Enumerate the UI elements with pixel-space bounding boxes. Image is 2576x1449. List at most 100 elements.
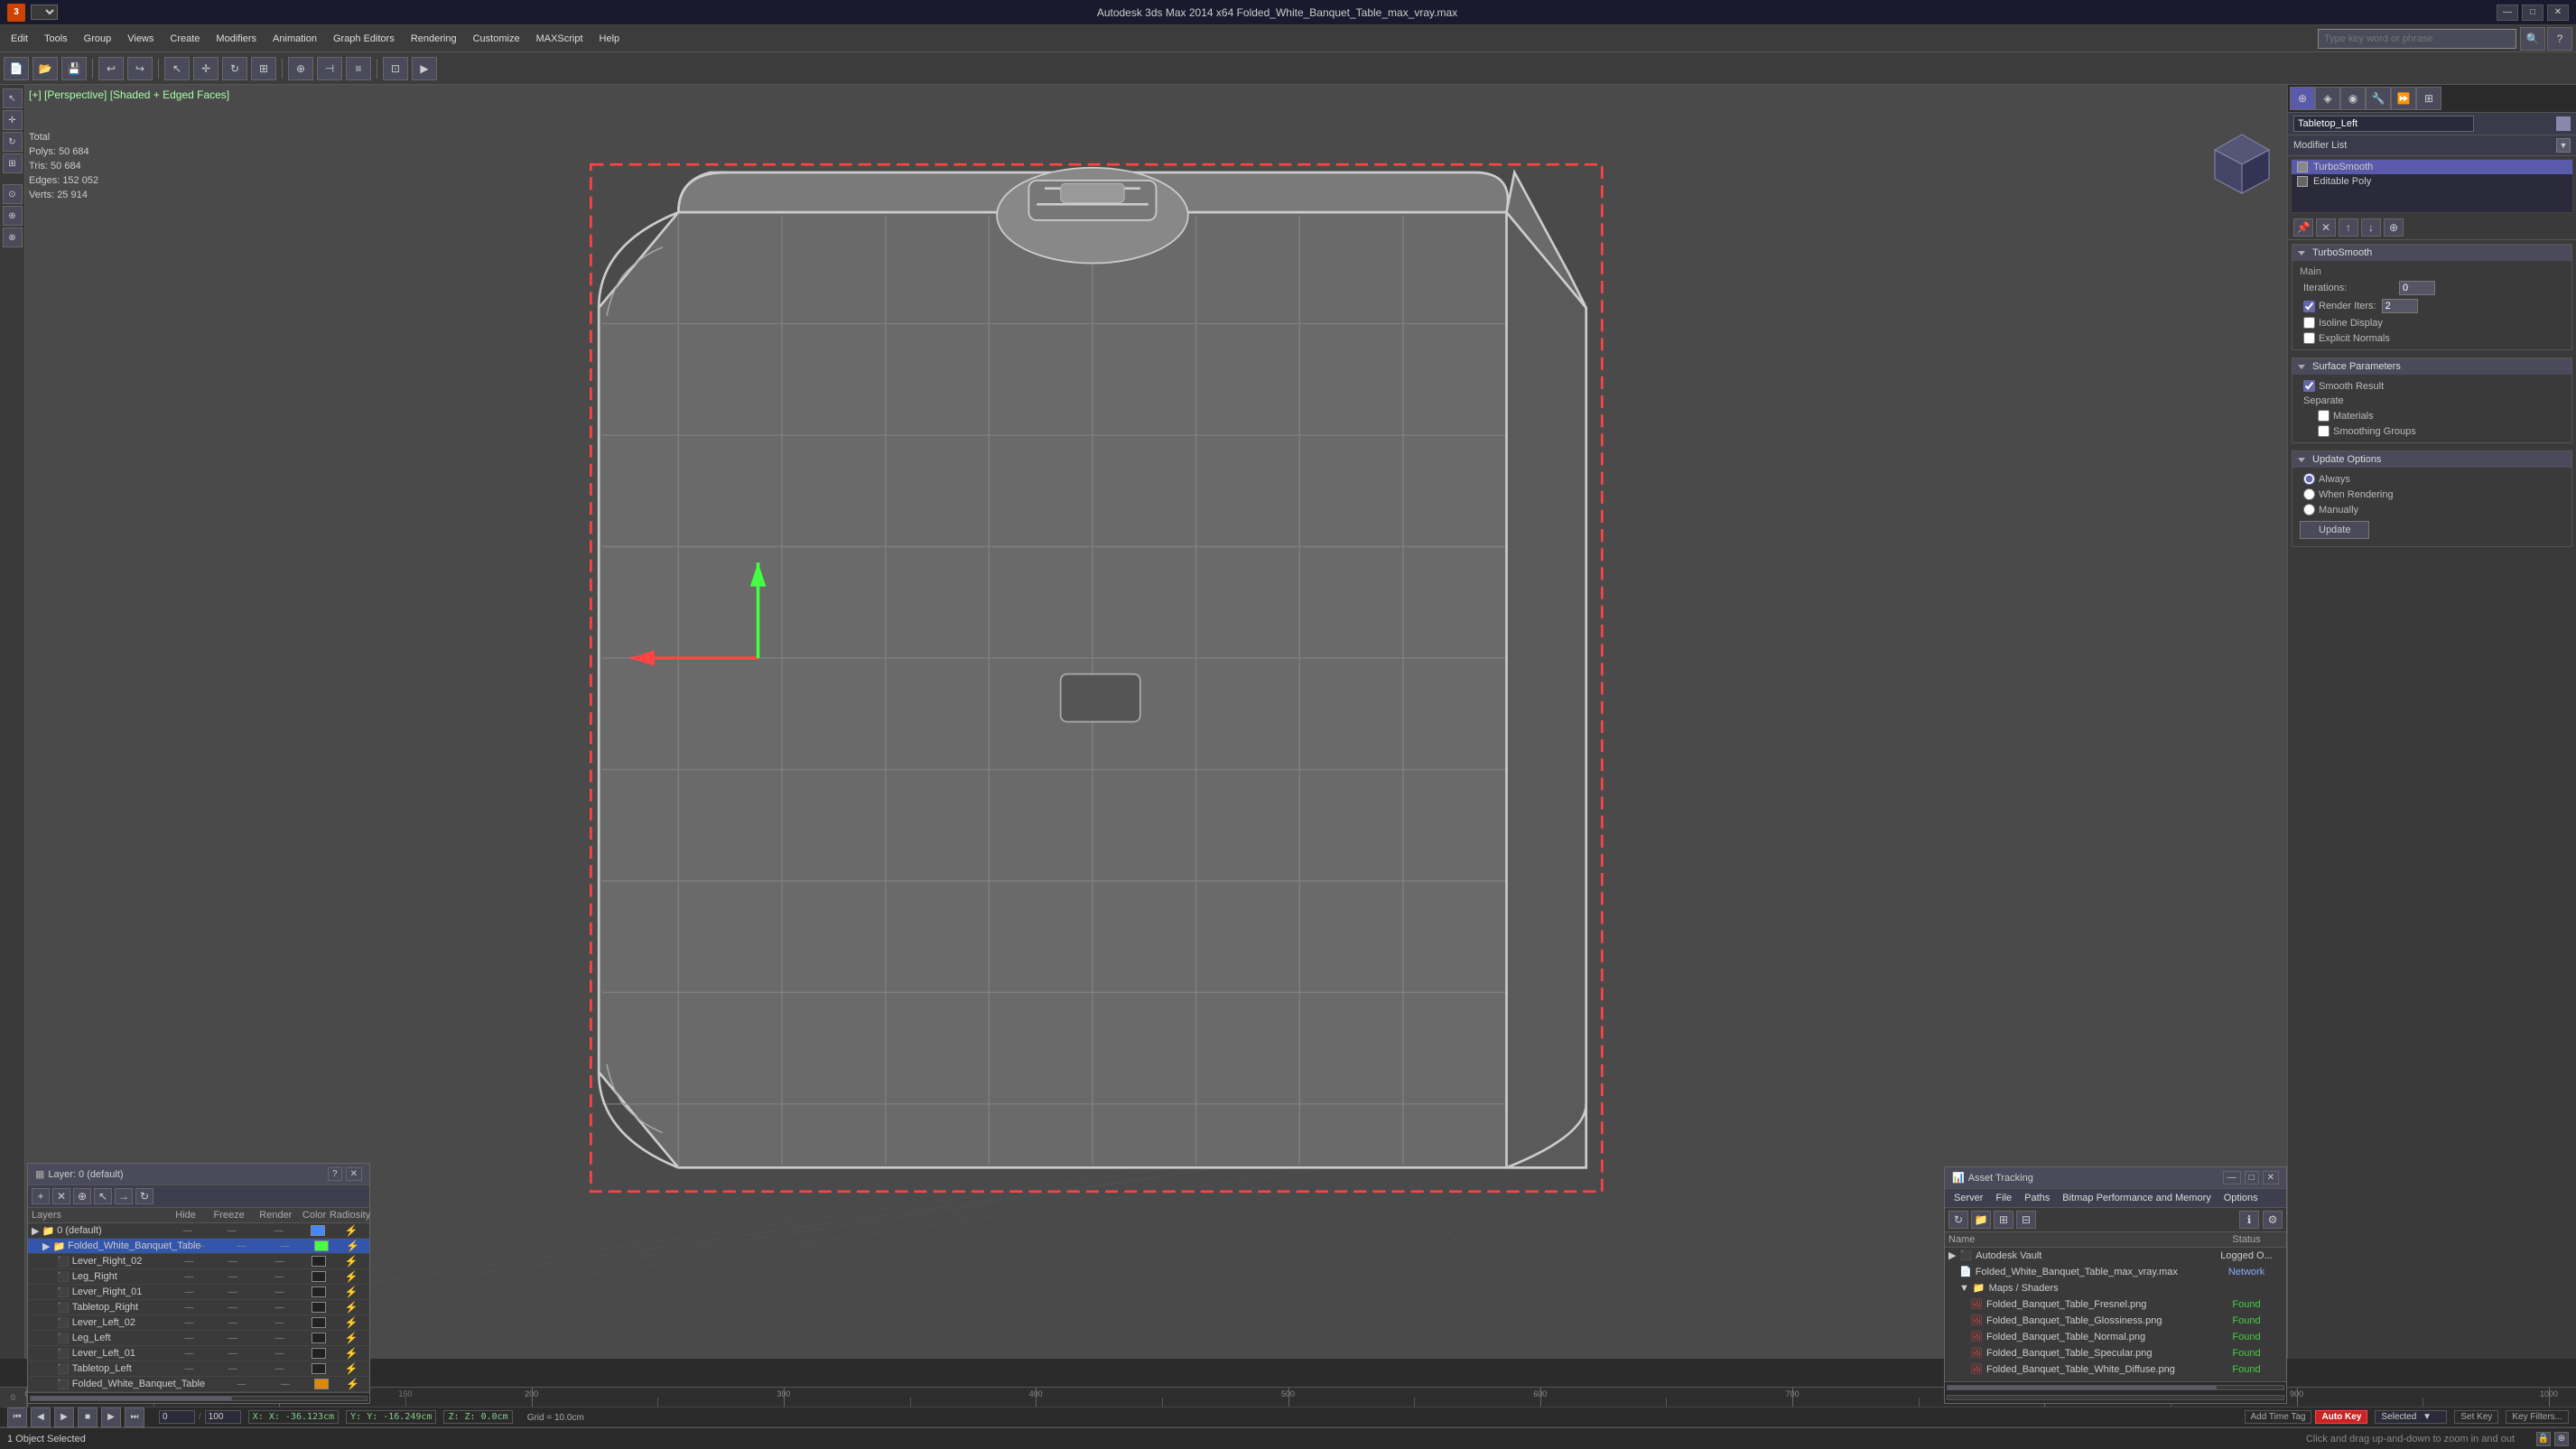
save-button[interactable]: 💾	[61, 57, 87, 80]
add-time-tag-button[interactable]: Add Time Tag	[2245, 1410, 2312, 1424]
search-button[interactable]: 🔍	[2520, 27, 2545, 51]
asset-row-max-file[interactable]: 📄 Folded_White_Banquet_Table_max_vray.ma…	[1945, 1264, 2286, 1280]
align-button[interactable]: ≡	[346, 57, 371, 80]
left-tool-3[interactable]: ↻	[3, 132, 23, 152]
layer-render-legright[interactable]: —	[256, 1272, 303, 1282]
asset-refresh-button[interactable]: ↻	[1948, 1211, 1968, 1229]
menu-create[interactable]: Create	[163, 31, 207, 47]
mod-copy-button[interactable]: ⊕	[2384, 218, 2404, 237]
workspace-select[interactable]: Workspace: Default	[31, 5, 58, 20]
layer-freeze-ll01[interactable]: —	[209, 1349, 256, 1359]
isoline-checkbox[interactable]	[2303, 317, 2315, 329]
prev-frame-button[interactable]: ◀	[31, 1407, 51, 1427]
layer-freeze-tr[interactable]: —	[209, 1303, 256, 1313]
scale-button[interactable]: ⊞	[251, 57, 276, 80]
layer-freeze-folded[interactable]: —	[219, 1241, 264, 1251]
panel-tab-utilities[interactable]: 🔧	[2366, 87, 2391, 110]
explicit-normals-checkbox[interactable]	[2303, 332, 2315, 344]
panel-tab-motion[interactable]: ⏩	[2391, 87, 2416, 110]
move-button[interactable]: ✛	[193, 57, 219, 80]
open-button[interactable]: 📂	[33, 57, 58, 80]
layer-row-tabletop-right[interactable]: ⬛ Tabletop_Right — — — ⚡	[28, 1300, 369, 1315]
layer-close-button[interactable]: ✕	[346, 1167, 362, 1181]
asset-scroll-track-h[interactable]	[1947, 1385, 2284, 1390]
layer-scrollbar[interactable]	[28, 1392, 369, 1403]
always-radio[interactable]	[2303, 473, 2315, 485]
left-tool-5[interactable]: ⊙	[3, 184, 23, 204]
asset-settings-button[interactable]: ⚙	[2263, 1211, 2283, 1229]
layer-render-tr[interactable]: —	[256, 1303, 303, 1313]
autokey-button[interactable]: Auto Key	[2315, 1410, 2367, 1424]
modifier-turbosmooth[interactable]: TurboSmooth	[2292, 160, 2572, 174]
left-tool-1[interactable]: ↖	[3, 88, 23, 108]
left-tool-6[interactable]: ⊕	[3, 206, 23, 226]
layer-render-folded[interactable]: —	[264, 1241, 308, 1251]
left-tool-7[interactable]: ⊗	[3, 228, 23, 247]
render-iters-checkbox[interactable]	[2303, 301, 2315, 312]
layer-hide-ft[interactable]: —	[181, 1379, 219, 1389]
workspace-dropdown[interactable]: Workspace: Default	[31, 5, 58, 20]
layer-new-button[interactable]: +	[32, 1188, 50, 1204]
layer-row-lever-left-02[interactable]: ⬛ Lever_Left_02 — — — ⚡	[28, 1315, 369, 1331]
asset-folder-button[interactable]: 📁	[1971, 1211, 1991, 1229]
undo-button[interactable]: ↩	[98, 57, 124, 80]
surface-params-header[interactable]: Surface Parameters	[2292, 358, 2571, 375]
left-tool-2[interactable]: ✛	[3, 110, 23, 130]
layer-hide-ll01[interactable]: —	[169, 1349, 209, 1359]
layer-row-leg-right[interactable]: ⬛ Leg_Right — — — ⚡	[28, 1269, 369, 1285]
turbosmooth-header[interactable]: TurboSmooth	[2292, 245, 2571, 261]
render-setup-button[interactable]: ⊡	[383, 57, 408, 80]
asset-menu-file[interactable]: File	[1990, 1191, 2017, 1205]
panel-tab-display[interactable]: ◉	[2340, 87, 2366, 110]
layer-scroll-track[interactable]	[30, 1396, 367, 1401]
layer-hide-ll02[interactable]: —	[169, 1318, 209, 1328]
asset-minimize-button[interactable]: —	[2223, 1171, 2241, 1184]
render-button[interactable]: ▶	[412, 57, 437, 80]
object-color-swatch[interactable]	[2556, 116, 2571, 131]
mirror-button[interactable]: ⊣	[317, 57, 342, 80]
menu-graph-editors[interactable]: Graph Editors	[326, 31, 402, 47]
stop-button[interactable]: ■	[78, 1407, 98, 1427]
layer-freeze-0[interactable]: —	[208, 1226, 255, 1236]
layer-row-folded-table[interactable]: ⬛ Folded_White_Banquet_Table — — — ⚡	[28, 1377, 369, 1392]
mod-down-button[interactable]: ↓	[2361, 218, 2381, 237]
modifier-editablepoly[interactable]: Editable Poly	[2292, 174, 2572, 189]
asset-restore-button[interactable]: □	[2245, 1171, 2259, 1184]
layer-freeze-legleft[interactable]: —	[209, 1333, 256, 1343]
panel-tab-modify[interactable]: ⊕	[2290, 87, 2315, 110]
asset-row-normal[interactable]: 🖼 Folded_Banquet_Table_Normal.png Found	[1945, 1329, 2286, 1345]
menu-rendering[interactable]: Rendering	[404, 31, 464, 47]
mod-up-button[interactable]: ↑	[2339, 218, 2358, 237]
asset-row-diffuse[interactable]: 🖼 Folded_Banquet_Table_White_Diffuse.png…	[1945, 1361, 2286, 1378]
layer-color-0[interactable]	[302, 1225, 333, 1236]
layer-color-ll02[interactable]	[303, 1317, 334, 1328]
layer-color-tr[interactable]	[303, 1302, 334, 1313]
layer-row-leg-left[interactable]: ⬛ Leg_Left — — — ⚡	[28, 1331, 369, 1346]
layer-hide-lr01[interactable]: —	[169, 1287, 209, 1297]
selected-dropdown[interactable]: Selected ▼	[2375, 1410, 2447, 1424]
snap-icon[interactable]: ⊕	[2554, 1432, 2569, 1446]
frame-input[interactable]	[159, 1410, 195, 1424]
menu-help[interactable]: Help	[592, 31, 628, 47]
asset-row-specular[interactable]: 🖼 Folded_Banquet_Table_Specular.png Foun…	[1945, 1345, 2286, 1361]
layer-render-lr02[interactable]: —	[256, 1257, 303, 1267]
menu-group[interactable]: Group	[77, 31, 119, 47]
layer-hide-legright[interactable]: —	[169, 1272, 209, 1282]
render-iters-input[interactable]	[2382, 299, 2418, 313]
layer-color-ft[interactable]	[307, 1379, 336, 1389]
layer-color-folded[interactable]	[307, 1240, 336, 1251]
menu-animation[interactable]: Animation	[265, 31, 324, 47]
go-start-button[interactable]: ⏮	[7, 1407, 27, 1427]
layer-hide-tl[interactable]: —	[169, 1364, 209, 1374]
minimize-button[interactable]: —	[2497, 5, 2518, 21]
menu-tools[interactable]: Tools	[37, 31, 75, 47]
update-button[interactable]: Update	[2300, 521, 2369, 539]
when-rendering-radio[interactable]	[2303, 488, 2315, 500]
lock-icon[interactable]: 🔒	[2536, 1432, 2551, 1446]
layer-render-ll01[interactable]: —	[256, 1349, 303, 1359]
asset-row-vault[interactable]: ▶ ⬛ Autodesk Vault Logged O...	[1945, 1248, 2286, 1264]
layer-freeze-tl[interactable]: —	[209, 1364, 256, 1374]
close-button[interactable]: ✕	[2547, 5, 2569, 21]
materials-checkbox[interactable]	[2318, 410, 2330, 422]
layer-color-legright[interactable]	[303, 1271, 334, 1282]
